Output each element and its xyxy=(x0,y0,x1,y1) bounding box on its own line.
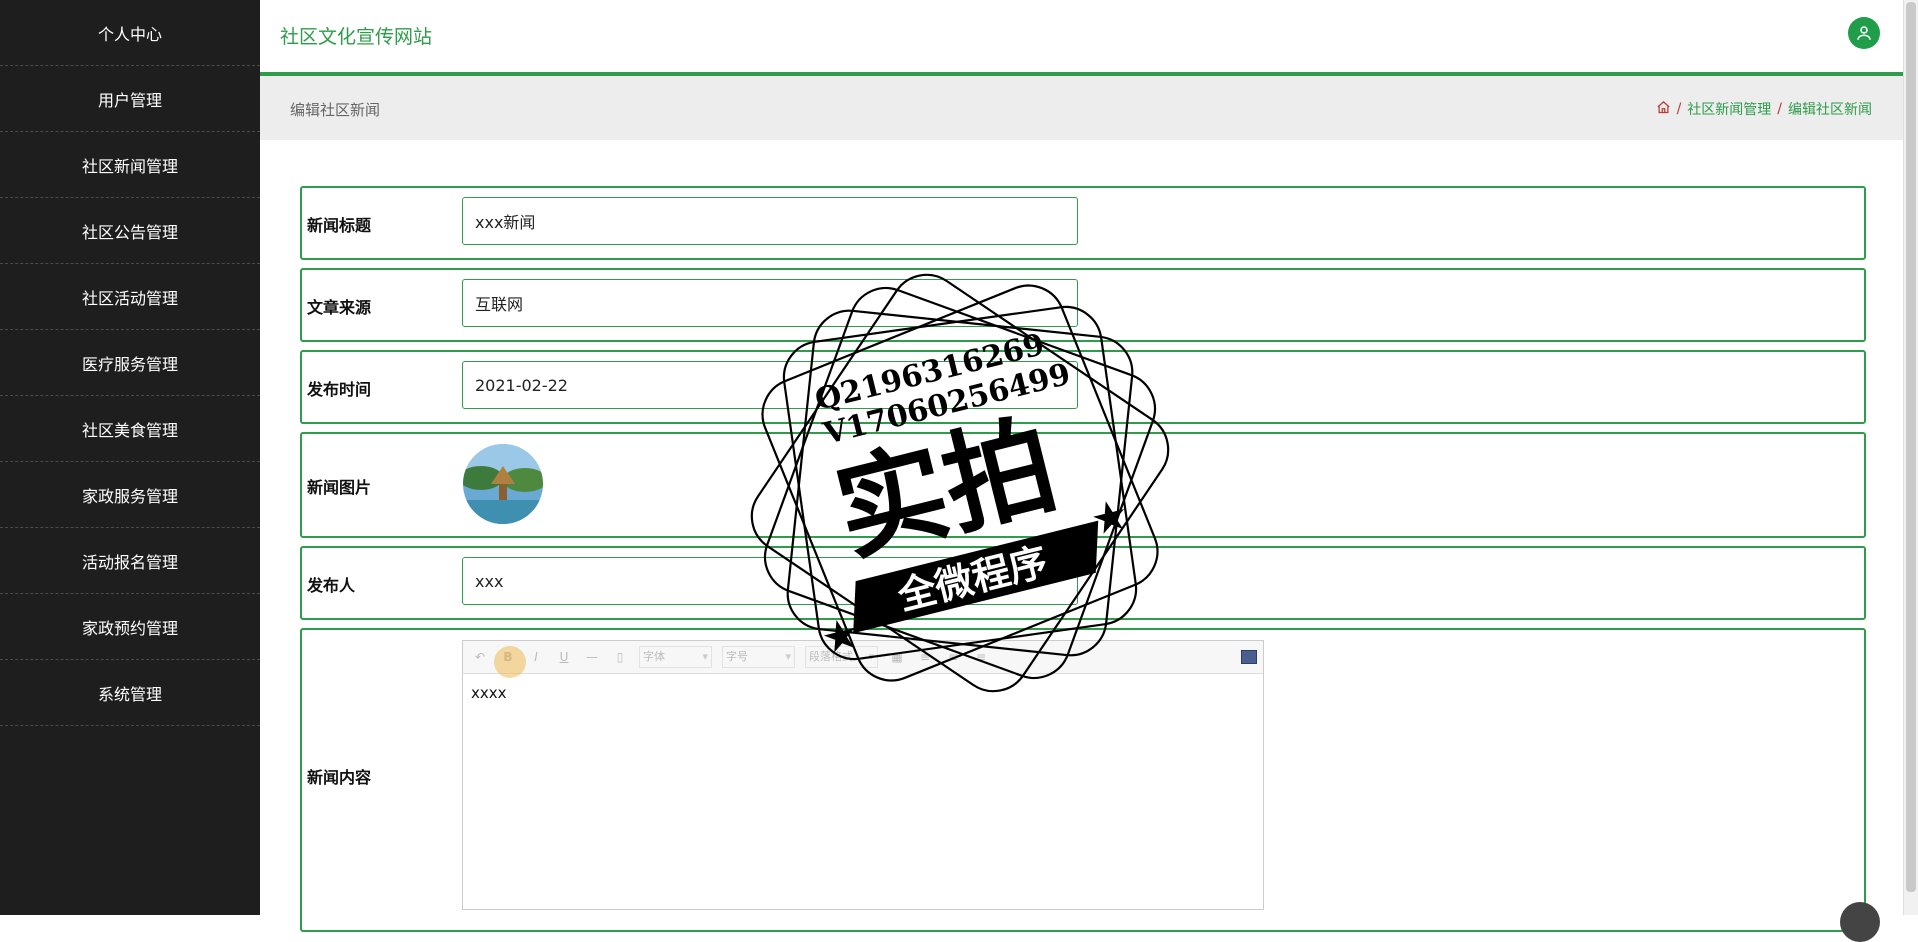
sidebar: 个人中心 用户管理 社区新闻管理 社区公告管理 社区活动管理 医疗服务管理 社区… xyxy=(0,0,260,915)
publish-date-label: 发布时间 xyxy=(307,380,372,399)
news-source-label: 文章来源 xyxy=(307,298,372,317)
user-avatar-button[interactable] xyxy=(1848,17,1880,49)
underline-icon[interactable]: U xyxy=(555,650,573,664)
mouse-cursor-highlight xyxy=(494,646,526,678)
news-content-label: 新闻内容 xyxy=(307,768,372,787)
news-image-thumbnail[interactable] xyxy=(463,444,543,524)
breadcrumb-news-management[interactable]: 社区新闻管理 xyxy=(1687,99,1771,119)
news-image-label: 新闻图片 xyxy=(307,478,372,497)
form-row-title: 新闻标题 xyxy=(300,186,1866,260)
vertical-scrollbar[interactable] xyxy=(1903,0,1918,915)
sidebar-item-activities[interactable]: 社区活动管理 xyxy=(0,264,260,330)
sidebar-item-profile[interactable]: 个人中心 xyxy=(0,0,260,66)
sidebar-item-system[interactable]: 系统管理 xyxy=(0,660,260,726)
font-family-select[interactable]: 字体 xyxy=(639,646,712,668)
sidebar-item-users[interactable]: 用户管理 xyxy=(0,66,260,132)
home-icon[interactable] xyxy=(1656,100,1671,119)
news-title-input[interactable] xyxy=(462,197,1078,245)
sidebar-item-food[interactable]: 社区美食管理 xyxy=(0,396,260,462)
sidebar-item-news[interactable]: 社区新闻管理 xyxy=(0,132,260,198)
fullscreen-icon[interactable] xyxy=(1241,650,1257,664)
top-bar: 社区文化宣传网站 xyxy=(260,0,1904,76)
page-title: 编辑社区新闻 xyxy=(290,101,381,119)
breadcrumb: / 社区新闻管理 / 编辑社区新闻 xyxy=(1656,99,1872,119)
sidebar-item-housekeeping[interactable]: 家政服务管理 xyxy=(0,462,260,528)
sidebar-item-activity-signup[interactable]: 活动报名管理 xyxy=(0,528,260,594)
site-title: 社区文化宣传网站 xyxy=(280,26,433,48)
breadcrumb-separator: / xyxy=(1777,101,1782,117)
watermark-stamp: Q2196316269 V17060256499 实拍 全微程序 xyxy=(750,273,1170,693)
undo-icon[interactable]: ↶ xyxy=(471,650,489,664)
back-to-top-button[interactable] xyxy=(1840,902,1880,942)
breadcrumb-bar: 编辑社区新闻 / 社区新闻管理 / 编辑社区新闻 xyxy=(260,76,1904,140)
breadcrumb-edit-news[interactable]: 编辑社区新闻 xyxy=(1788,99,1872,119)
italic-icon[interactable]: I xyxy=(527,650,545,664)
horizontal-rule-icon[interactable]: — xyxy=(583,650,601,664)
publisher-label: 发布人 xyxy=(307,576,356,595)
scrollbar-thumb[interactable] xyxy=(1906,2,1916,892)
paste-icon[interactable]: ▯ xyxy=(611,650,629,664)
breadcrumb-separator: / xyxy=(1676,101,1682,117)
sidebar-item-notices[interactable]: 社区公告管理 xyxy=(0,198,260,264)
sidebar-item-housekeeping-booking[interactable]: 家政预约管理 xyxy=(0,594,260,660)
sidebar-item-medical[interactable]: 医疗服务管理 xyxy=(0,330,260,396)
news-title-label: 新闻标题 xyxy=(307,216,372,235)
user-icon xyxy=(1857,26,1871,40)
